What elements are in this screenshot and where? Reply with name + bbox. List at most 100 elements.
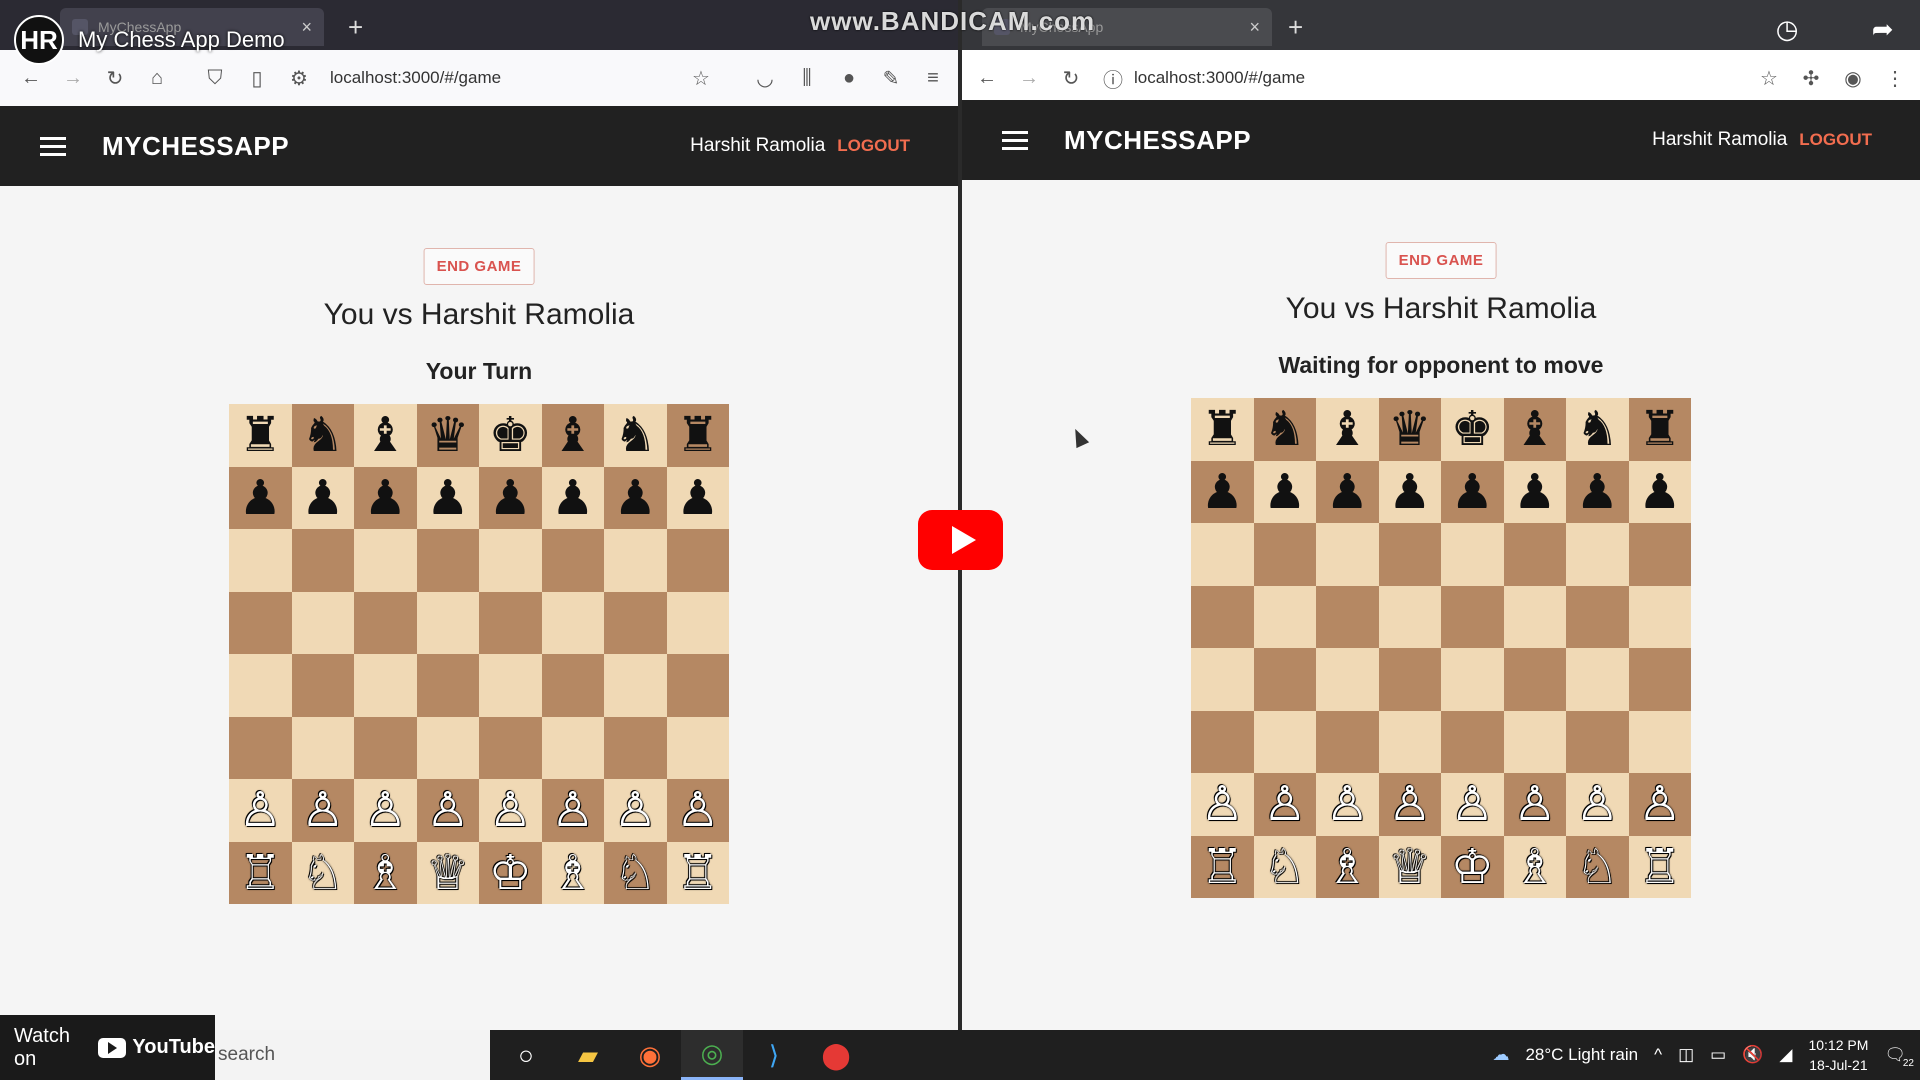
- board-square[interactable]: [229, 529, 292, 592]
- board-square[interactable]: ♞: [291, 404, 354, 467]
- board-square[interactable]: [1378, 585, 1441, 648]
- board-square[interactable]: ♗: [1503, 835, 1566, 898]
- chess-piece[interactable]: ♞: [1263, 405, 1306, 453]
- board-square[interactable]: ♞: [604, 404, 667, 467]
- brand-title[interactable]: MYCHESSAPP: [1064, 125, 1251, 156]
- chess-piece[interactable]: ♕: [1388, 843, 1431, 891]
- hamburger-menu-icon[interactable]: [1002, 130, 1028, 150]
- notifications-icon[interactable]: 🗨 22: [1884, 1045, 1914, 1069]
- board-square[interactable]: [1253, 710, 1316, 773]
- board-square[interactable]: [1628, 523, 1691, 586]
- video-title[interactable]: My Chess App Demo: [78, 27, 285, 53]
- board-square[interactable]: ♟: [291, 466, 354, 529]
- board-square[interactable]: [1503, 523, 1566, 586]
- board-square[interactable]: [1316, 648, 1379, 711]
- board-square[interactable]: [1441, 648, 1504, 711]
- board-square[interactable]: ♟: [354, 466, 417, 529]
- board-square[interactable]: ♞: [1566, 398, 1629, 461]
- board-square[interactable]: ♚: [479, 404, 542, 467]
- board-square[interactable]: ♟: [229, 466, 292, 529]
- new-tab-icon[interactable]: +: [1288, 12, 1303, 43]
- end-game-button[interactable]: END GAME: [423, 248, 535, 285]
- board-square[interactable]: [479, 591, 542, 654]
- chess-piece[interactable]: ♙: [1388, 780, 1431, 828]
- board-square[interactable]: [1191, 523, 1254, 586]
- chess-piece[interactable]: ♙: [614, 786, 657, 834]
- chess-piece[interactable]: ♛: [426, 411, 469, 459]
- chrome-icon[interactable]: ◎: [681, 1030, 743, 1080]
- board-square[interactable]: [1253, 648, 1316, 711]
- board-square[interactable]: ♟: [1503, 460, 1566, 523]
- board-square[interactable]: [1503, 710, 1566, 773]
- board-square[interactable]: [291, 529, 354, 592]
- board-square[interactable]: ♖: [229, 841, 292, 904]
- forward-icon[interactable]: →: [1012, 61, 1046, 95]
- new-tab-icon[interactable]: +: [348, 12, 363, 43]
- chess-piece[interactable]: ♗: [551, 849, 594, 897]
- board-square[interactable]: [604, 591, 667, 654]
- board-square[interactable]: ♝: [1316, 398, 1379, 461]
- reload-icon[interactable]: ↻: [1054, 61, 1088, 95]
- chess-piece[interactable]: ♞: [614, 411, 657, 459]
- board-square[interactable]: ♙: [604, 779, 667, 842]
- board-square[interactable]: ♜: [229, 404, 292, 467]
- board-square[interactable]: ♟: [541, 466, 604, 529]
- board-square[interactable]: [541, 654, 604, 717]
- board-square[interactable]: ♟: [479, 466, 542, 529]
- board-square[interactable]: ♖: [666, 841, 729, 904]
- board-square[interactable]: [354, 654, 417, 717]
- chess-piece[interactable]: ♟: [1513, 468, 1556, 516]
- chess-board[interactable]: ♜ ♞ ♝ ♛ ♚ ♝ ♞ ♜ ♟ ♟ ♟ ♟ ♟ ♟ ♟ ♟ ♙ ♙ ♙ ♙ ♙ ♙ ♙ ♙ ♖ ♘ ♗ ♕ ♔ ♗ ♘ ♖: [229, 404, 729, 904]
- share-button[interactable]: ➦ Share: [1861, 14, 1904, 69]
- board-square[interactable]: [229, 654, 292, 717]
- board-square[interactable]: [354, 716, 417, 779]
- chess-piece[interactable]: ♟: [551, 474, 594, 522]
- chess-piece[interactable]: ♟: [1451, 468, 1494, 516]
- board-square[interactable]: ♙: [666, 779, 729, 842]
- chess-piece[interactable]: ♙: [1201, 780, 1244, 828]
- board-square[interactable]: ♙: [1253, 773, 1316, 836]
- pocket-icon[interactable]: ◡: [748, 61, 782, 95]
- board-square[interactable]: ♙: [1378, 773, 1441, 836]
- right-url-bar[interactable]: localhost:3000/#/game: [1134, 68, 1305, 88]
- file-explorer-icon[interactable]: ▰: [557, 1030, 619, 1080]
- board-square[interactable]: [1566, 585, 1629, 648]
- board-square[interactable]: ♟: [1566, 460, 1629, 523]
- hamburger-menu-icon[interactable]: [40, 136, 66, 156]
- board-square[interactable]: [1378, 710, 1441, 773]
- library-icon[interactable]: ⫼: [790, 61, 824, 95]
- board-square[interactable]: ♙: [416, 779, 479, 842]
- chess-piece[interactable]: ♘: [301, 849, 344, 897]
- mute-icon[interactable]: 🔇: [1742, 1045, 1763, 1065]
- chess-piece[interactable]: ♘: [614, 849, 657, 897]
- play-button[interactable]: [918, 510, 1003, 570]
- board-square[interactable]: [1628, 585, 1691, 648]
- board-square[interactable]: ♟: [1191, 460, 1254, 523]
- board-square[interactable]: ♗: [541, 841, 604, 904]
- board-square[interactable]: ♔: [479, 841, 542, 904]
- board-square[interactable]: [1378, 648, 1441, 711]
- back-icon[interactable]: ←: [970, 61, 1004, 95]
- board-square[interactable]: [416, 529, 479, 592]
- channel-avatar[interactable]: HR: [14, 15, 64, 65]
- board-square[interactable]: ♙: [354, 779, 417, 842]
- board-square[interactable]: ♘: [1253, 835, 1316, 898]
- board-square[interactable]: ♛: [416, 404, 479, 467]
- board-square[interactable]: [1503, 585, 1566, 648]
- chess-piece[interactable]: ♟: [364, 474, 407, 522]
- board-square[interactable]: ♟: [1378, 460, 1441, 523]
- battery-icon[interactable]: ▭: [1710, 1045, 1726, 1065]
- permissions-icon[interactable]: ⚙: [282, 61, 316, 95]
- network-icon[interactable]: ◫: [1678, 1045, 1694, 1065]
- board-square[interactable]: [479, 529, 542, 592]
- board-square[interactable]: ♘: [604, 841, 667, 904]
- weather-text[interactable]: 28°C Light rain: [1525, 1045, 1638, 1065]
- chess-piece[interactable]: ♖: [1638, 843, 1681, 891]
- board-square[interactable]: ♖: [1191, 835, 1254, 898]
- bookmark-star-icon[interactable]: ☆: [684, 61, 718, 95]
- close-tab-icon[interactable]: ×: [301, 17, 312, 38]
- board-square[interactable]: [479, 716, 542, 779]
- chess-piece[interactable]: ♕: [426, 849, 469, 897]
- board-square[interactable]: [604, 529, 667, 592]
- board-square[interactable]: ♝: [1503, 398, 1566, 461]
